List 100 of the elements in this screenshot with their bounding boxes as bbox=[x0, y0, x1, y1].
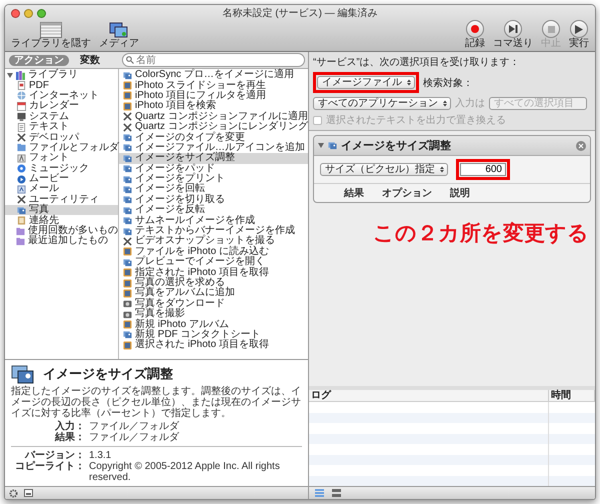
action-item[interactable]: イメージをサイズ調整 bbox=[119, 153, 308, 164]
up-down-arrows-icon bbox=[443, 100, 447, 106]
toolbar-button[interactable]: メディア bbox=[99, 22, 139, 49]
toolbar-button[interactable]: ライブラリを隠す bbox=[11, 22, 91, 49]
close-icon[interactable] bbox=[576, 140, 586, 150]
checkbox[interactable] bbox=[313, 116, 322, 124]
field-label: 入力： bbox=[55, 421, 85, 432]
category-item[interactable]: システム bbox=[5, 112, 118, 122]
media-icon bbox=[109, 22, 129, 38]
library-tab[interactable]: 変数 bbox=[75, 54, 105, 66]
search-field[interactable]: 名前 bbox=[122, 53, 305, 67]
card-tab[interactable]: 説明 bbox=[450, 186, 470, 200]
action-item[interactable]: ビデオスナップショットを撮る bbox=[119, 236, 308, 247]
category-item[interactable]: メール bbox=[5, 184, 118, 195]
action-item[interactable]: イメージを反転 bbox=[119, 205, 308, 216]
camera-icon bbox=[123, 310, 132, 319]
toolbar-button[interactable]: 記録 bbox=[465, 20, 485, 49]
picture-icon bbox=[123, 216, 132, 226]
column-header: ログ bbox=[309, 390, 549, 401]
card-tab[interactable]: 結果 bbox=[344, 186, 364, 200]
action-item[interactable]: イメージを切り取る bbox=[119, 194, 308, 206]
picture-icon bbox=[123, 133, 132, 142]
photo-icon bbox=[123, 340, 132, 350]
category-item[interactable]: ファイルとフォルダ bbox=[5, 142, 118, 154]
tools-icon bbox=[123, 122, 132, 132]
action-description: 指定したイメージのサイズを調整します。調整後のサイズは、イメージの長辺の長さ（ピクセル単位）、または現在のイメージサイズに対する比率（パーセント）で指定します。 bbox=[11, 386, 302, 419]
action-item[interactable]: Quartz コンポジションファイルに適用 bbox=[119, 112, 308, 122]
photo-icon bbox=[123, 320, 132, 330]
category-item[interactable]: PDF bbox=[5, 80, 118, 91]
picture-icon bbox=[123, 184, 132, 194]
action-item[interactable]: 写真を撮影 bbox=[119, 308, 308, 320]
action-item[interactable]: Quartz コンポジションにレンダリング bbox=[119, 122, 308, 132]
field-label: 結果： bbox=[54, 432, 85, 443]
search-icon bbox=[126, 56, 134, 64]
category-item[interactable]: 写真 bbox=[5, 205, 118, 216]
category-item[interactable]: カレンダー bbox=[5, 101, 118, 112]
action-item[interactable]: 新規 iPhoto アルバム bbox=[119, 319, 308, 330]
checkbox-label: 選択されたテキストを出力で置き換える bbox=[326, 114, 506, 127]
up-down-arrows-icon bbox=[440, 166, 444, 173]
photo-icon bbox=[123, 247, 132, 256]
picture-icon bbox=[123, 206, 132, 215]
action-item[interactable]: サムネールイメージを作成 bbox=[119, 215, 308, 226]
picture-icon bbox=[123, 70, 132, 80]
books-icon bbox=[16, 70, 25, 80]
action-item[interactable]: iPhoto スライドショーを再生 bbox=[119, 80, 308, 91]
action-item[interactable]: イメージをパッド bbox=[119, 164, 308, 174]
action-item[interactable]: 写真をダウンロード bbox=[119, 298, 308, 309]
tools-icon bbox=[17, 195, 26, 204]
size-field[interactable]: 600 bbox=[460, 163, 506, 176]
action-item[interactable]: 新規 PDF コンタクトシート bbox=[119, 330, 308, 340]
input-label: 入力は bbox=[455, 96, 485, 110]
action-item[interactable]: 指定された iPhoto 項目を取得 bbox=[119, 267, 308, 278]
size-mode-dropdown[interactable]: サイズ（ピクセル）指定 bbox=[320, 163, 448, 176]
tools-icon bbox=[17, 133, 26, 142]
target-dropdown[interactable]: すべてのアプリケーション bbox=[313, 96, 451, 110]
font-book-icon bbox=[17, 154, 26, 163]
window-title: 名称未設定 (サービス) — 編集済み bbox=[222, 6, 378, 20]
category-item[interactable]: テキスト bbox=[5, 122, 118, 132]
input-type-dropdown[interactable]: イメージファイル bbox=[317, 76, 415, 89]
category-item[interactable]: 最近追加したもの bbox=[5, 236, 118, 247]
list-view-icon[interactable] bbox=[315, 489, 324, 497]
action-item[interactable]: イメージを回転 bbox=[119, 184, 308, 195]
film-icon bbox=[17, 174, 26, 184]
step-icon bbox=[504, 20, 522, 38]
category-item[interactable]: インターネット bbox=[5, 90, 118, 102]
picture-icon bbox=[123, 226, 132, 236]
action-item[interactable]: イメージをプリント bbox=[119, 174, 308, 184]
card-tab[interactable]: オプション bbox=[382, 186, 432, 200]
row-view-icon[interactable] bbox=[332, 489, 341, 497]
tools-icon bbox=[123, 236, 132, 246]
action-item[interactable]: プレビューでイメージを開く bbox=[119, 257, 308, 268]
picture-icon bbox=[123, 143, 132, 152]
picture-icon bbox=[328, 141, 337, 150]
address-book-icon bbox=[17, 216, 26, 226]
picture-icon bbox=[123, 174, 132, 184]
column-header: 時間 bbox=[549, 390, 595, 401]
category-item[interactable]: フォント bbox=[5, 153, 118, 164]
library-window-icon bbox=[40, 22, 62, 38]
action-item[interactable]: 写真をアルバムに追加 bbox=[119, 288, 308, 299]
panel-icon[interactable] bbox=[24, 489, 33, 497]
category-item[interactable]: デベロッパ bbox=[5, 132, 118, 143]
category-item[interactable]: 連絡先 bbox=[5, 215, 118, 226]
category-item[interactable]: ムービー bbox=[5, 174, 118, 184]
calendar-icon bbox=[17, 102, 26, 111]
toolbar-button[interactable]: 実行 bbox=[569, 20, 589, 49]
record-icon bbox=[466, 20, 484, 38]
music-icon bbox=[17, 164, 26, 174]
action-item[interactable]: 選択された iPhoto 項目を取得 bbox=[119, 340, 308, 351]
toolbar-button[interactable]: コマ送り bbox=[493, 20, 533, 49]
action-item[interactable]: イメージのタイプを変更 bbox=[119, 132, 308, 143]
stamp-icon bbox=[17, 184, 26, 194]
picture-icon bbox=[123, 154, 132, 163]
action-item[interactable]: iPhoto 項目を検索 bbox=[119, 101, 308, 112]
field-label: コピーライト： bbox=[14, 461, 85, 474]
stop-icon bbox=[542, 20, 560, 38]
action-item[interactable]: ColorSync プロ…をイメージに適用 bbox=[119, 70, 308, 80]
category-item[interactable]: ミュージック bbox=[5, 164, 118, 174]
camera-icon bbox=[123, 299, 132, 308]
play-icon bbox=[570, 20, 588, 38]
gear-icon[interactable] bbox=[9, 488, 18, 498]
